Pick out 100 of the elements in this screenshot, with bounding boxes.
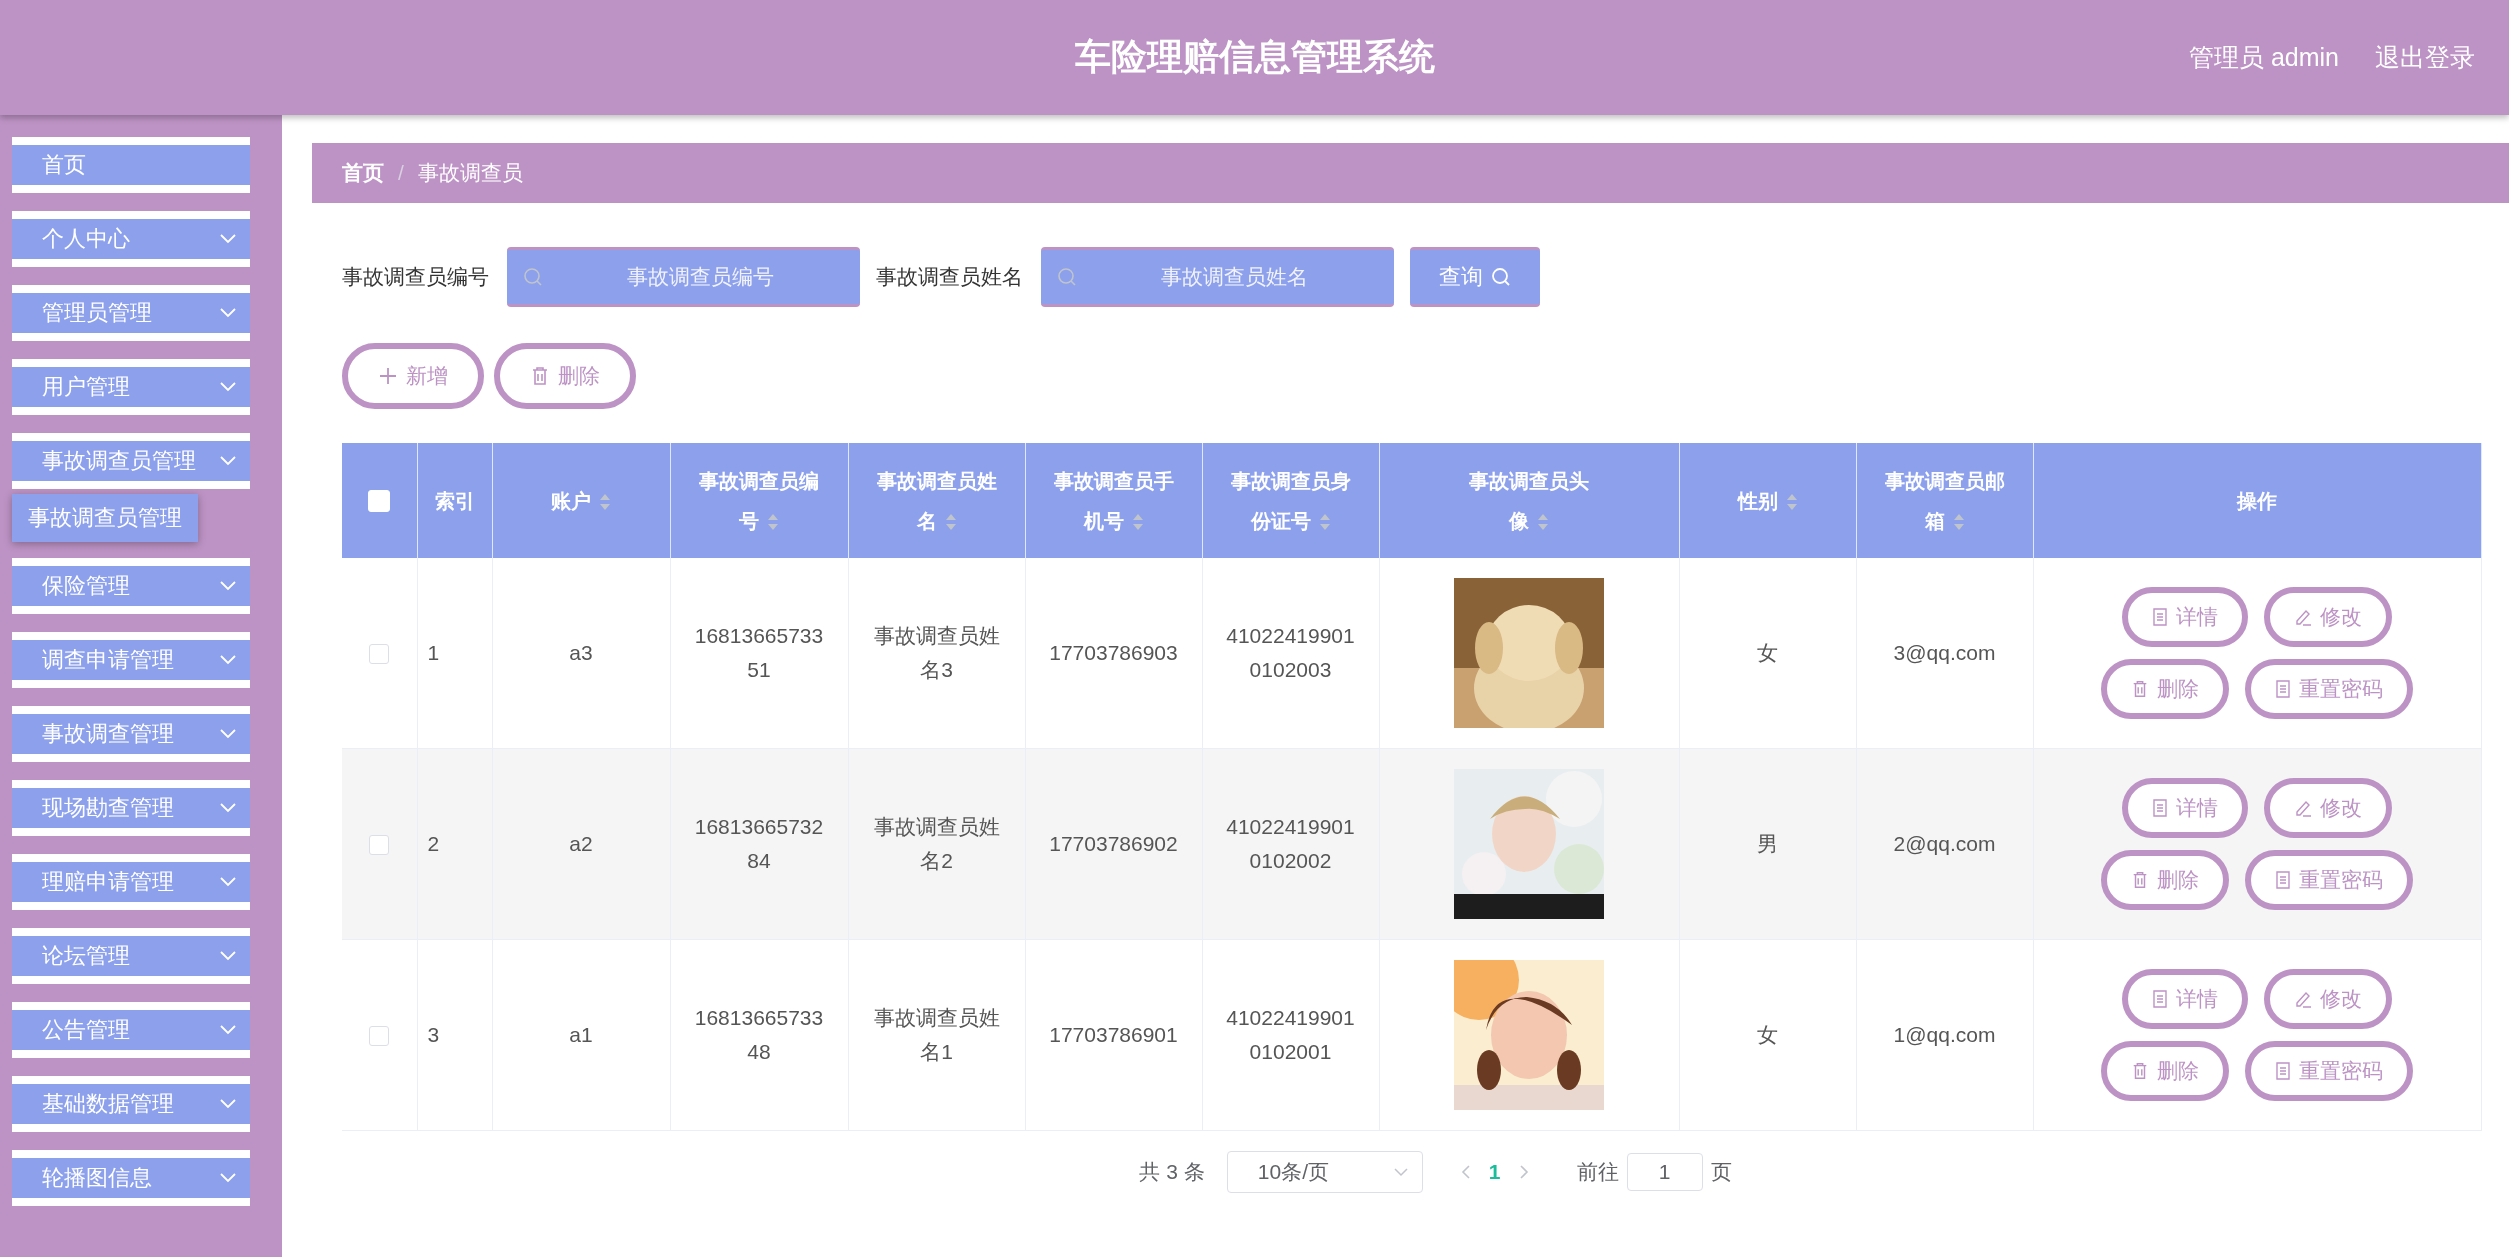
menu-item[interactable]: 论坛管理 <box>12 928 250 984</box>
logout-link[interactable]: 退出登录 <box>2375 41 2475 74</box>
menu-item[interactable]: 个人中心 <box>12 211 250 267</box>
trash-icon <box>530 366 550 386</box>
pencil-icon <box>2294 990 2313 1008</box>
sort-icon[interactable] <box>944 513 957 532</box>
delete-button[interactable]: 删除 <box>2101 1041 2230 1101</box>
row-checkbox[interactable] <box>369 1026 390 1047</box>
table-cell-text: 2@qq.com <box>1893 831 1996 857</box>
row-checkbox[interactable] <box>369 644 390 665</box>
page-input[interactable]: 1 <box>1626 1153 1703 1191</box>
chevron-down-icon <box>220 1173 236 1183</box>
column-header: 事故调查员头像 <box>1379 443 1679 558</box>
breadcrumb-link[interactable]: 事故调查员 <box>417 159 523 187</box>
menu-item[interactable]: 公告管理 <box>12 1002 250 1058</box>
delete-button[interactable]: 删除 <box>494 343 636 409</box>
menu-item[interactable]: 管理员管理 <box>12 285 250 341</box>
pencil-icon <box>2294 799 2313 817</box>
sort-icon[interactable] <box>1131 513 1144 532</box>
chevron-down-icon <box>220 1099 236 1109</box>
sort-icon[interactable] <box>1952 513 1965 532</box>
chevron-down-icon <box>220 655 236 665</box>
menu-item[interactable]: 调查申请管理 <box>12 632 250 688</box>
menu-item[interactable]: 理赔申请管理 <box>12 854 250 910</box>
column-header: 性别 <box>1679 443 1856 558</box>
column-header: 索引 <box>417 443 492 558</box>
table-cell-text: a2 <box>569 831 593 857</box>
page-suffix: 页 <box>1710 1159 1732 1185</box>
edit-button[interactable]: 修改 <box>2264 969 2393 1029</box>
menu-item[interactable]: 用户管理 <box>12 359 250 415</box>
chevron-down-icon <box>220 308 236 318</box>
edit-button[interactable]: 修改 <box>2264 778 2393 838</box>
column-header: 事故调查员手机号 <box>1025 443 1202 558</box>
document-icon <box>2152 990 2169 1008</box>
menu-item[interactable]: 基础数据管理 <box>12 1076 250 1132</box>
chevron-down-icon <box>220 877 236 887</box>
prev-page-icon[interactable] <box>1460 1164 1471 1180</box>
delete-button[interactable]: 删除 <box>2101 850 2230 910</box>
table-cell-text: 事故调查员姓名2 <box>872 814 1001 874</box>
plus-icon <box>378 366 398 386</box>
breadcrumb-link[interactable]: 首页 <box>342 159 384 187</box>
document-icon <box>2152 608 2169 626</box>
table-cell-text: a3 <box>569 640 593 666</box>
menu-item[interactable]: 首页 <box>12 137 250 193</box>
table-cell-text: 1 <box>427 640 440 666</box>
table-cell-text: 1681366573348 <box>693 1005 825 1065</box>
reset-button[interactable]: 重置密码 <box>2245 850 2414 910</box>
table-cell-text: 17703786901 <box>1049 1022 1178 1048</box>
table-cell-text: 女 <box>1757 1022 1778 1048</box>
table-cell-text: 事故调查员姓名3 <box>872 623 1001 683</box>
sort-icon[interactable] <box>1785 493 1798 512</box>
query-button[interactable]: 查询 <box>1410 247 1540 307</box>
table-cell-text: 3@qq.com <box>1893 640 1996 666</box>
search-field[interactable]: 事故调查员编号 <box>507 247 860 307</box>
chevron-down-icon <box>220 803 236 813</box>
column-header: 操作 <box>2033 443 2482 558</box>
table-cell-text: 1@qq.com <box>1893 1022 1996 1048</box>
sort-icon[interactable] <box>767 513 779 532</box>
edit-button[interactable]: 修改 <box>2264 587 2393 647</box>
column-header: 事故调查员编号 <box>670 443 848 558</box>
page-size-select[interactable]: 10条/页 <box>1226 1151 1423 1193</box>
search-field[interactable]: 事故调查员姓名 <box>1041 247 1394 307</box>
search-icon <box>1491 267 1511 287</box>
column-header: 事故调查员身份证号 <box>1202 443 1379 558</box>
menu-item[interactable]: 事故调查员管理 <box>12 433 250 489</box>
detail-button[interactable]: 详情 <box>2122 587 2249 647</box>
chevron-down-icon <box>220 234 236 244</box>
next-page-icon[interactable] <box>1518 1164 1529 1180</box>
total-count: 共 3 条 <box>1139 1159 1205 1185</box>
menu-item[interactable]: 事故调查管理 <box>12 706 250 762</box>
table-cell-text: 3 <box>427 1022 440 1048</box>
reset-button[interactable]: 重置密码 <box>2245 1041 2414 1101</box>
row-checkbox[interactable] <box>369 835 390 856</box>
sort-icon[interactable] <box>1318 513 1331 532</box>
menu-item[interactable]: 保险管理 <box>12 558 250 614</box>
menu-item[interactable]: 现场勘查管理 <box>12 780 250 836</box>
document-icon <box>2152 799 2169 817</box>
page-number[interactable]: 1 <box>1488 1160 1501 1184</box>
sort-icon[interactable] <box>1537 513 1549 532</box>
select-all-checkbox[interactable] <box>368 490 391 513</box>
sort-icon[interactable] <box>599 493 611 512</box>
detail-button[interactable]: 详情 <box>2122 778 2249 838</box>
chevron-down-icon <box>220 951 236 961</box>
table-cell-text: 410224199010102003 <box>1225 623 1356 683</box>
detail-button[interactable]: 详情 <box>2122 969 2249 1029</box>
search-label: 事故调查员姓名 <box>876 264 1023 290</box>
menu-item[interactable]: 轮播图信息 <box>12 1150 250 1206</box>
chevron-down-icon <box>1393 1167 1408 1177</box>
reset-button[interactable]: 重置密码 <box>2245 659 2414 719</box>
column-header: 事故调查员邮箱 <box>1856 443 2033 558</box>
chevron-down-icon <box>220 1025 236 1035</box>
search-label: 事故调查员编号 <box>342 264 489 290</box>
delete-button[interactable]: 删除 <box>2101 659 2230 719</box>
submenu-item[interactable]: 事故调查员管理 <box>12 494 198 542</box>
add-button[interactable]: 新增 <box>342 343 484 409</box>
table-cell-text: 17703786903 <box>1049 640 1178 666</box>
document-icon <box>2275 1062 2292 1080</box>
table-cell-text: 410224199010102002 <box>1225 814 1356 874</box>
pencil-icon <box>2294 608 2313 626</box>
column-header: 事故调查员姓名 <box>848 443 1025 558</box>
